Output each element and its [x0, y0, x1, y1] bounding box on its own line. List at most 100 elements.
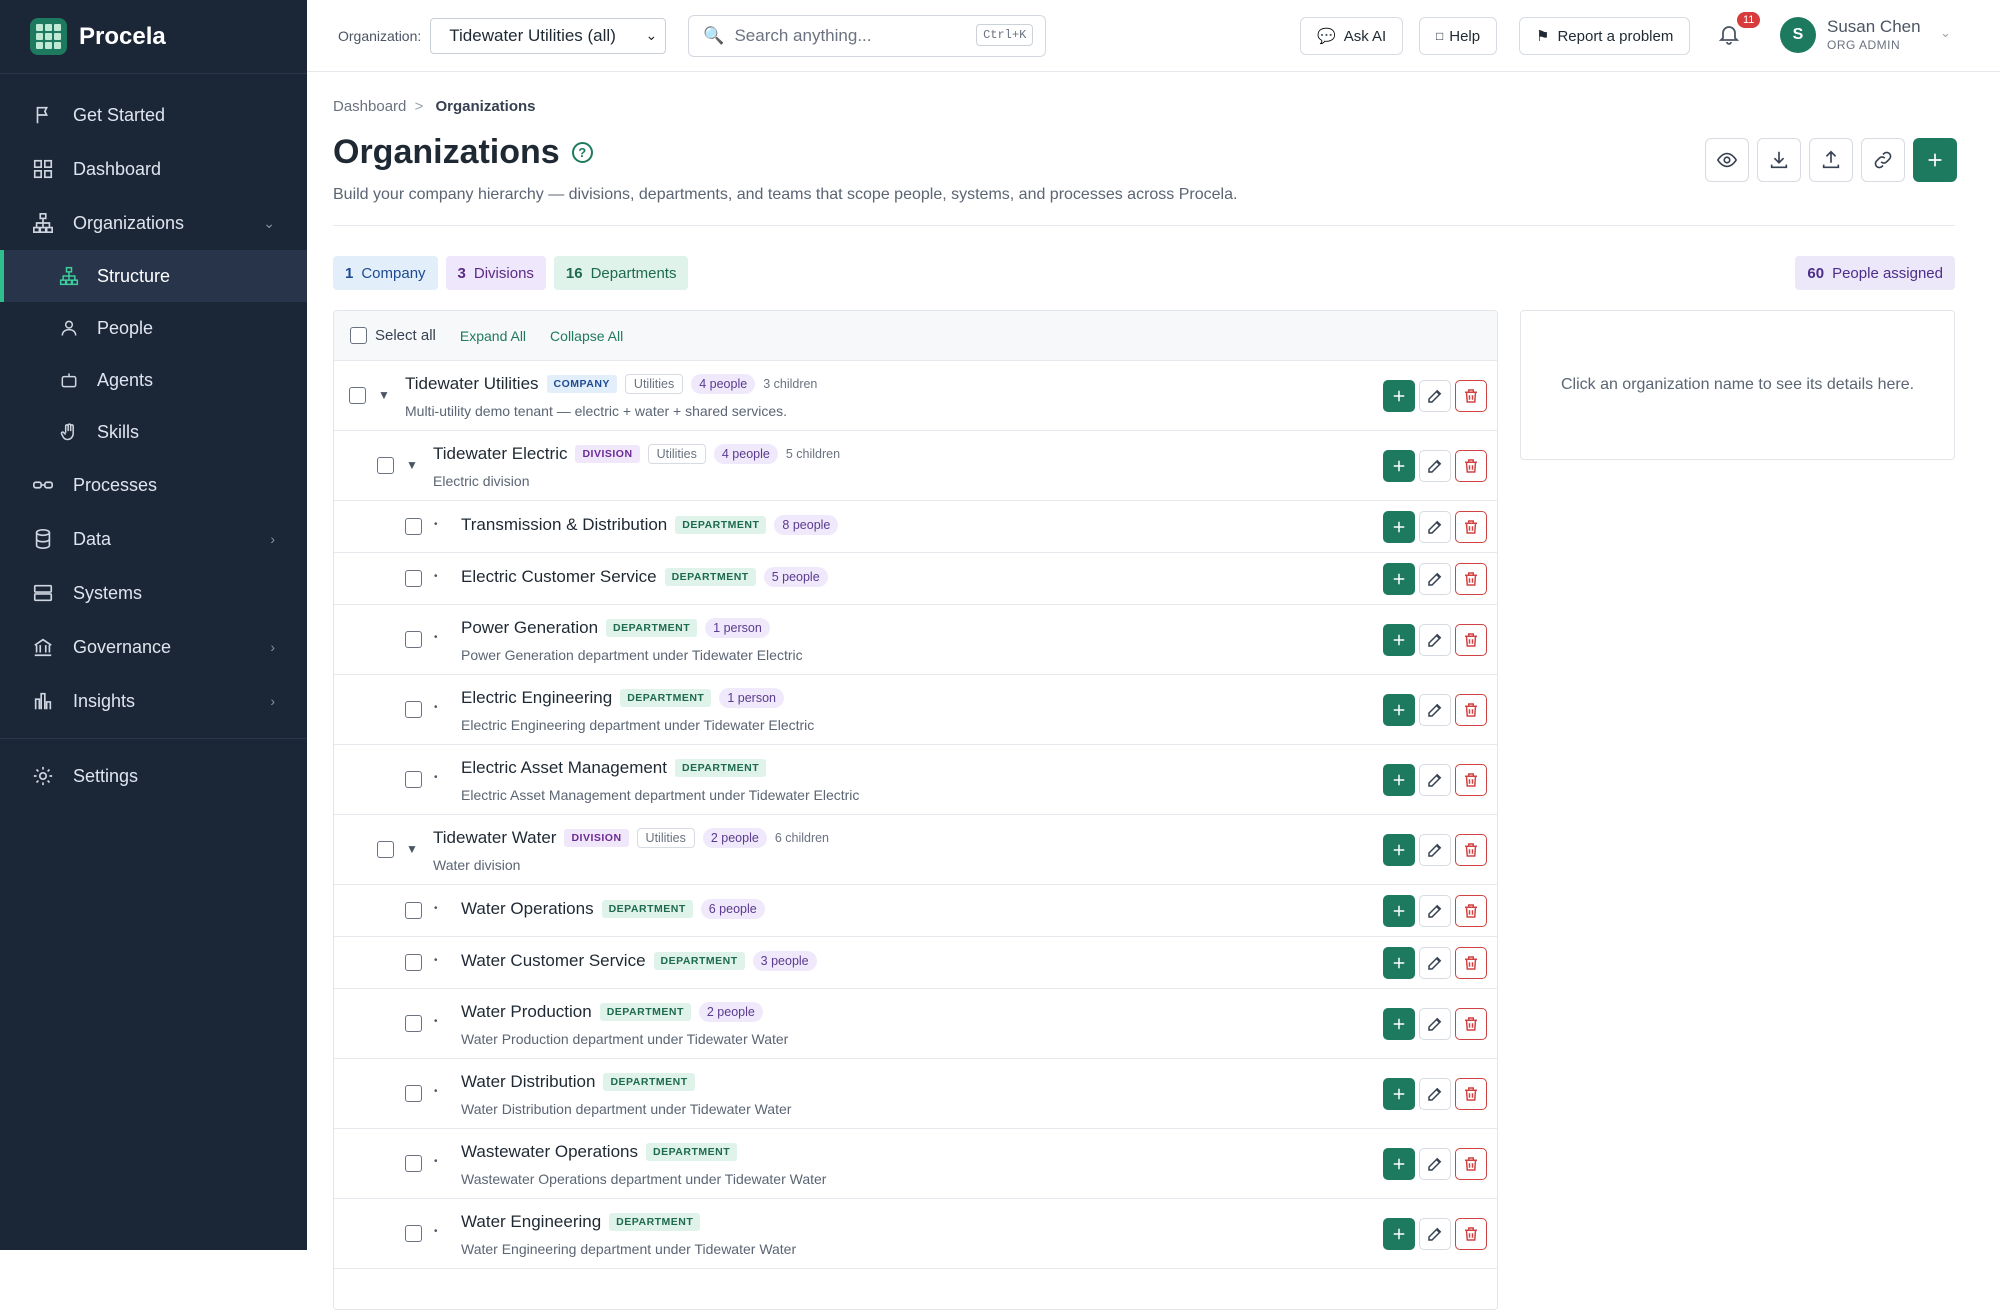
- search-input[interactable]: 🔍 Search anything... Ctrl+K: [688, 14, 1047, 57]
- edit-button[interactable]: [1419, 693, 1451, 726]
- row-checkbox[interactable]: [377, 456, 394, 474]
- download-button[interactable]: [1757, 138, 1801, 182]
- add-child-button[interactable]: [1383, 449, 1415, 482]
- org-name[interactable]: Water Customer Service: [461, 951, 646, 971]
- tree-row[interactable]: • Transmission & Distribution DEPARTMENT 8 …: [334, 501, 1497, 553]
- edit-button[interactable]: [1419, 379, 1451, 412]
- add-child-button[interactable]: [1383, 946, 1415, 979]
- add-child-button[interactable]: [1383, 1007, 1415, 1040]
- delete-button[interactable]: [1455, 379, 1487, 412]
- collapse-all-button[interactable]: Collapse All: [550, 328, 623, 344]
- delete-button[interactable]: [1455, 623, 1487, 656]
- delete-button[interactable]: [1455, 763, 1487, 796]
- row-checkbox[interactable]: [405, 770, 422, 788]
- row-checkbox[interactable]: [405, 953, 422, 971]
- org-name[interactable]: Power Generation: [461, 618, 598, 638]
- org-name[interactable]: Tidewater Utilities: [405, 374, 539, 394]
- collapse-toggle-icon[interactable]: ▼: [406, 458, 418, 472]
- org-name[interactable]: Tidewater Electric: [433, 444, 567, 464]
- delete-button[interactable]: [1455, 1217, 1487, 1250]
- row-checkbox[interactable]: [405, 630, 422, 648]
- logo[interactable]: Procela: [0, 0, 307, 74]
- sidebar-item-people[interactable]: People: [0, 302, 307, 354]
- sidebar-item-processes[interactable]: Processes: [0, 458, 307, 512]
- sidebar-item-settings[interactable]: Settings: [0, 749, 307, 803]
- add-child-button[interactable]: [1383, 510, 1415, 543]
- add-child-button[interactable]: [1383, 833, 1415, 866]
- chevron-down-icon[interactable]: ⌄: [1940, 25, 1951, 41]
- delete-button[interactable]: [1455, 894, 1487, 927]
- org-name[interactable]: Tidewater Water: [433, 828, 556, 848]
- org-name[interactable]: Water Operations: [461, 899, 594, 919]
- edit-button[interactable]: [1419, 510, 1451, 543]
- delete-button[interactable]: [1455, 562, 1487, 595]
- sidebar-item-dashboard[interactable]: Dashboard: [0, 142, 307, 196]
- sidebar-item-data[interactable]: Data ›: [0, 512, 307, 566]
- breadcrumb-dashboard[interactable]: Dashboard: [333, 98, 406, 115]
- org-select[interactable]: Tidewater Utilities (all) ⌄: [430, 17, 667, 54]
- org-name[interactable]: Electric Customer Service: [461, 567, 657, 587]
- upload-button[interactable]: [1809, 138, 1853, 182]
- tree-row[interactable]: ▼ Tidewater Utilities COMPANY Utilities 4 pe…: [334, 361, 1497, 431]
- tree-row[interactable]: • Electric Asset Management DEPARTMENT Elec…: [334, 745, 1497, 815]
- edit-button[interactable]: [1419, 1147, 1451, 1180]
- org-name[interactable]: Transmission & Distribution: [461, 515, 667, 535]
- expand-all-button[interactable]: Expand All: [460, 328, 526, 344]
- row-checkbox[interactable]: [405, 569, 422, 587]
- add-child-button[interactable]: [1383, 1077, 1415, 1110]
- row-checkbox[interactable]: [349, 386, 366, 404]
- row-checkbox[interactable]: [405, 1014, 422, 1032]
- sidebar-item-structure[interactable]: Structure: [0, 250, 307, 302]
- tree-row[interactable]: • Electric Engineering DEPARTMENT 1 person E…: [334, 675, 1497, 745]
- add-child-button[interactable]: [1383, 562, 1415, 595]
- tree-row[interactable]: • Power Generation DEPARTMENT 1 person Power…: [334, 605, 1497, 675]
- tree-row[interactable]: • Water Operations DEPARTMENT 6 people: [334, 885, 1497, 937]
- tree-row[interactable]: • Electric Customer Service DEPARTMENT 5 pe…: [334, 553, 1497, 605]
- row-checkbox[interactable]: [405, 517, 422, 535]
- edit-button[interactable]: [1419, 833, 1451, 866]
- row-checkbox[interactable]: [405, 901, 422, 919]
- add-child-button[interactable]: [1383, 1147, 1415, 1180]
- edit-button[interactable]: [1419, 1077, 1451, 1110]
- tree-row[interactable]: • Water Engineering DEPARTMENT Water Engine…: [334, 1199, 1497, 1269]
- row-checkbox[interactable]: [405, 700, 422, 718]
- edit-button[interactable]: [1419, 894, 1451, 927]
- row-checkbox[interactable]: [377, 840, 394, 858]
- sidebar-item-governance[interactable]: Governance ›: [0, 620, 307, 674]
- tree-row[interactable]: • Wastewater Operations DEPARTMENT Wastewat…: [334, 1129, 1497, 1199]
- add-organization-button[interactable]: [1913, 138, 1957, 182]
- tree-row[interactable]: ▼ Tidewater Water DIVISION Utilities 2 peopl…: [334, 815, 1497, 885]
- add-child-button[interactable]: [1383, 1217, 1415, 1250]
- collapse-toggle-icon[interactable]: ▼: [378, 388, 390, 402]
- tree-row[interactable]: • Water Production DEPARTMENT 2 people Water…: [334, 989, 1497, 1059]
- report-problem-button[interactable]: ⚑ Report a problem: [1519, 17, 1691, 55]
- tree-row[interactable]: ▼ Tidewater Electric DIVISION Utilities 4 pe…: [334, 431, 1497, 501]
- help-button[interactable]: □ Help: [1419, 17, 1498, 55]
- delete-button[interactable]: [1455, 510, 1487, 543]
- delete-button[interactable]: [1455, 946, 1487, 979]
- edit-button[interactable]: [1419, 449, 1451, 482]
- org-name[interactable]: Water Engineering: [461, 1212, 601, 1232]
- add-child-button[interactable]: [1383, 894, 1415, 927]
- help-circle-icon[interactable]: ?: [571, 142, 593, 163]
- delete-button[interactable]: [1455, 1007, 1487, 1040]
- collapse-toggle-icon[interactable]: ▼: [406, 842, 418, 856]
- org-name[interactable]: Water Production: [461, 1002, 592, 1022]
- ask-ai-button[interactable]: 💬 Ask AI: [1300, 17, 1404, 55]
- org-name[interactable]: Water Distribution: [461, 1072, 595, 1092]
- delete-button[interactable]: [1455, 693, 1487, 726]
- add-child-button[interactable]: [1383, 763, 1415, 796]
- org-name[interactable]: Wastewater Operations: [461, 1142, 638, 1162]
- view-button[interactable]: [1705, 138, 1749, 182]
- add-child-button[interactable]: [1383, 623, 1415, 656]
- sidebar-item-insights[interactable]: Insights ›: [0, 674, 307, 728]
- user-name[interactable]: Susan Chen: [1827, 17, 1921, 37]
- copy-link-button[interactable]: [1861, 138, 1905, 182]
- delete-button[interactable]: [1455, 449, 1487, 482]
- row-checkbox[interactable]: [405, 1084, 422, 1102]
- add-child-button[interactable]: [1383, 693, 1415, 726]
- sidebar-item-skills[interactable]: Skills: [0, 406, 307, 458]
- edit-button[interactable]: [1419, 623, 1451, 656]
- notifications-button[interactable]: 11: [1717, 12, 1761, 52]
- add-child-button[interactable]: [1383, 379, 1415, 412]
